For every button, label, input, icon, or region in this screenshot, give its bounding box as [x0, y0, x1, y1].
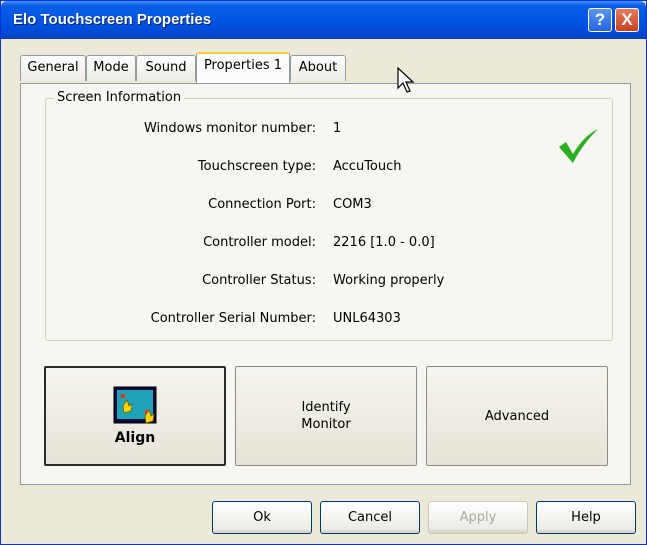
- advanced-label: Advanced: [484, 409, 550, 424]
- tab-label: About: [298, 60, 338, 75]
- apply-label: Apply: [459, 510, 497, 525]
- info-value: COM3: [333, 197, 372, 212]
- identify-monitor-button[interactable]: Identify Monitor: [235, 366, 417, 466]
- tab-label: General: [27, 60, 79, 75]
- tab-about[interactable]: About: [290, 55, 346, 81]
- window-title: Elo Touchscreen Properties: [13, 11, 212, 28]
- info-value: Working properly: [333, 273, 445, 288]
- tab-label: Sound: [145, 60, 187, 75]
- help-button[interactable]: Help: [536, 501, 636, 534]
- help-title-button[interactable]: ?: [588, 8, 612, 32]
- info-row-controller-model: Controller model: 2216 [1.0 - 0.0]: [46, 235, 614, 255]
- align-button[interactable]: Align: [44, 366, 226, 466]
- tab-label: Properties 1: [203, 58, 283, 73]
- ok-button[interactable]: Ok: [212, 501, 312, 534]
- align-icon: [113, 386, 157, 424]
- help-icon: ?: [594, 10, 606, 29]
- tab-properties-1[interactable]: Properties 1: [196, 52, 290, 83]
- info-label: Connection Port:: [208, 197, 316, 212]
- align-label: Align: [114, 430, 156, 446]
- identify-monitor-label: Identify Monitor: [236, 399, 416, 433]
- cancel-button[interactable]: Cancel: [320, 501, 420, 534]
- info-value: 1: [333, 121, 342, 136]
- info-label: Controller Serial Number:: [150, 311, 316, 326]
- apply-button[interactable]: Apply: [428, 501, 528, 534]
- info-row-connection-port: Connection Port: COM3: [46, 197, 614, 217]
- info-row-serial-number: Controller Serial Number: UNL64303: [46, 311, 614, 331]
- advanced-button[interactable]: Advanced: [426, 366, 608, 466]
- info-value: 2216 [1.0 - 0.0]: [333, 235, 435, 250]
- help-label: Help: [571, 510, 601, 525]
- info-label: Controller Status:: [202, 273, 316, 288]
- group-legend: Screen Information: [54, 90, 185, 105]
- screen-information-group: Screen Information Windows monitor numbe…: [45, 90, 614, 341]
- tab-general[interactable]: General: [20, 55, 86, 81]
- mouse-pointer-icon: [397, 67, 415, 93]
- info-row-controller-status: Controller Status: Working properly: [46, 273, 614, 293]
- ok-label: Ok: [253, 510, 271, 525]
- properties-1-panel: Screen Information Windows monitor numbe…: [20, 83, 631, 485]
- info-row-touchscreen-type: Touchscreen type: AccuTouch: [46, 159, 614, 179]
- title-bar[interactable]: Elo Touchscreen Properties ? X: [1, 1, 646, 39]
- info-value: UNL64303: [333, 311, 401, 326]
- identify-label-line2: Monitor: [301, 417, 351, 432]
- close-icon: X: [621, 10, 633, 29]
- info-value: AccuTouch: [333, 159, 402, 174]
- info-row-monitor-number: Windows monitor number: 1: [46, 121, 614, 141]
- info-label: Windows monitor number:: [143, 121, 316, 136]
- close-button[interactable]: X: [615, 8, 639, 32]
- cancel-label: Cancel: [347, 510, 393, 525]
- properties-dialog: Elo Touchscreen Properties ? X General M…: [0, 0, 647, 545]
- tab-sound[interactable]: Sound: [136, 55, 196, 81]
- info-label: Touchscreen type:: [197, 159, 316, 174]
- checkmark-icon: [559, 129, 598, 163]
- identify-label-line1: Identify: [301, 400, 351, 415]
- tab-mode[interactable]: Mode: [86, 55, 136, 81]
- tab-label: Mode: [93, 60, 129, 75]
- info-label: Controller model:: [203, 235, 316, 250]
